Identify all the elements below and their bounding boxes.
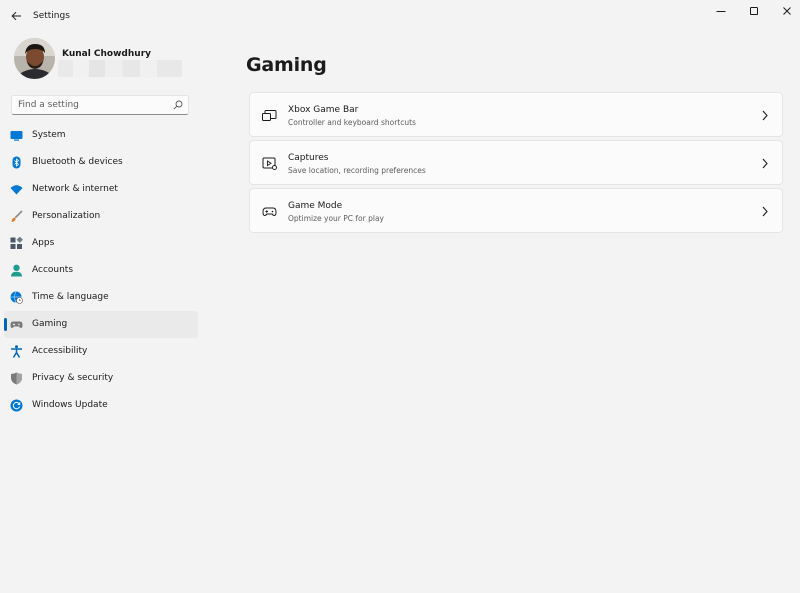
globe-clock-icon [10,291,23,304]
sidebar-item-network[interactable]: Network & internet [4,176,198,203]
sidebar-item-label: Network & internet [32,184,118,194]
user-name: Kunal Chowdhury [62,49,151,59]
shield-icon [11,372,22,385]
apps-icon [10,237,23,249]
chevron-right-icon [762,158,768,169]
title-bar: Settings [0,0,800,32]
user-email-redacted [58,60,182,77]
person-icon [11,264,22,277]
sidebar-item-label: Privacy & security [32,373,114,383]
sidebar-item-label: Gaming [32,319,68,329]
card-title: Game Mode [288,201,343,211]
card-subtitle: Save location, recording preferences [288,166,426,175]
page-title: Gaming [246,54,327,76]
card-subtitle: Optimize your PC for play [288,214,384,223]
chevron-right-icon [762,206,768,217]
sidebar-item-gaming[interactable]: Gaming [4,311,198,338]
bluetooth-icon [12,156,21,169]
sidebar-item-accounts[interactable]: Accounts [4,257,198,284]
minimize-icon [716,11,726,12]
minimize-button[interactable] [711,4,731,18]
user-profile[interactable]: Kunal Chowdhury [14,38,204,82]
wifi-icon [10,185,23,195]
sidebar-item-label: Apps [32,238,55,248]
back-arrow-icon [10,11,21,21]
sidebar-item-label: Windows Update [32,400,108,410]
avatar [14,38,55,79]
search-input[interactable] [12,96,170,114]
sidebar-item-label: Accessibility [32,346,88,356]
maximize-icon [750,7,758,15]
sidebar-item-apps[interactable]: Apps [4,230,198,257]
card-title: Captures [288,153,329,163]
close-button[interactable] [777,4,797,18]
sidebar-item-bluetooth[interactable]: Bluetooth & devices [4,149,198,176]
paintbrush-icon [11,210,23,222]
search-box[interactable] [11,95,189,115]
sidebar-item-system[interactable]: System [4,122,198,149]
search-icon[interactable] [173,100,183,110]
sidebar-item-personalization[interactable]: Personalization [4,203,198,230]
chevron-right-icon [762,110,768,121]
sidebar-item-label: Accounts [32,265,74,275]
card-subtitle: Controller and keyboard shortcuts [288,118,416,127]
app-title: Settings [33,11,70,21]
sidebar-item-privacy-security[interactable]: Privacy & security [4,365,198,392]
avatar-image [14,38,55,79]
accessibility-icon [11,345,22,358]
back-button[interactable] [8,8,24,24]
xbox-game-bar-card[interactable]: Xbox Game Bar Controller and keyboard sh… [249,92,783,137]
sidebar-item-label: Time & language [32,292,109,302]
sidebar-item-label: Personalization [32,211,101,221]
sidebar-item-label: Bluetooth & devices [32,157,123,167]
gamepad-icon [10,321,23,328]
sidebar-item-accessibility[interactable]: Accessibility [4,338,198,365]
system-icon [10,131,23,141]
game-mode-icon [262,207,277,217]
game-bar-icon [262,110,277,121]
sidebar-item-time-language[interactable]: Time & language [4,284,198,311]
card-title: Xbox Game Bar [288,105,359,115]
maximize-button[interactable] [744,4,764,18]
update-icon [10,399,23,412]
game-mode-card[interactable]: Game Mode Optimize your PC for play [249,188,783,233]
captures-card[interactable]: Captures Save location, recording prefer… [249,140,783,185]
sidebar-nav: System Bluetooth & devices Network & int… [0,122,200,419]
close-icon [783,7,791,15]
captures-icon [262,157,277,170]
sidebar-item-windows-update[interactable]: Windows Update [4,392,198,419]
sidebar-item-label: System [32,130,66,140]
